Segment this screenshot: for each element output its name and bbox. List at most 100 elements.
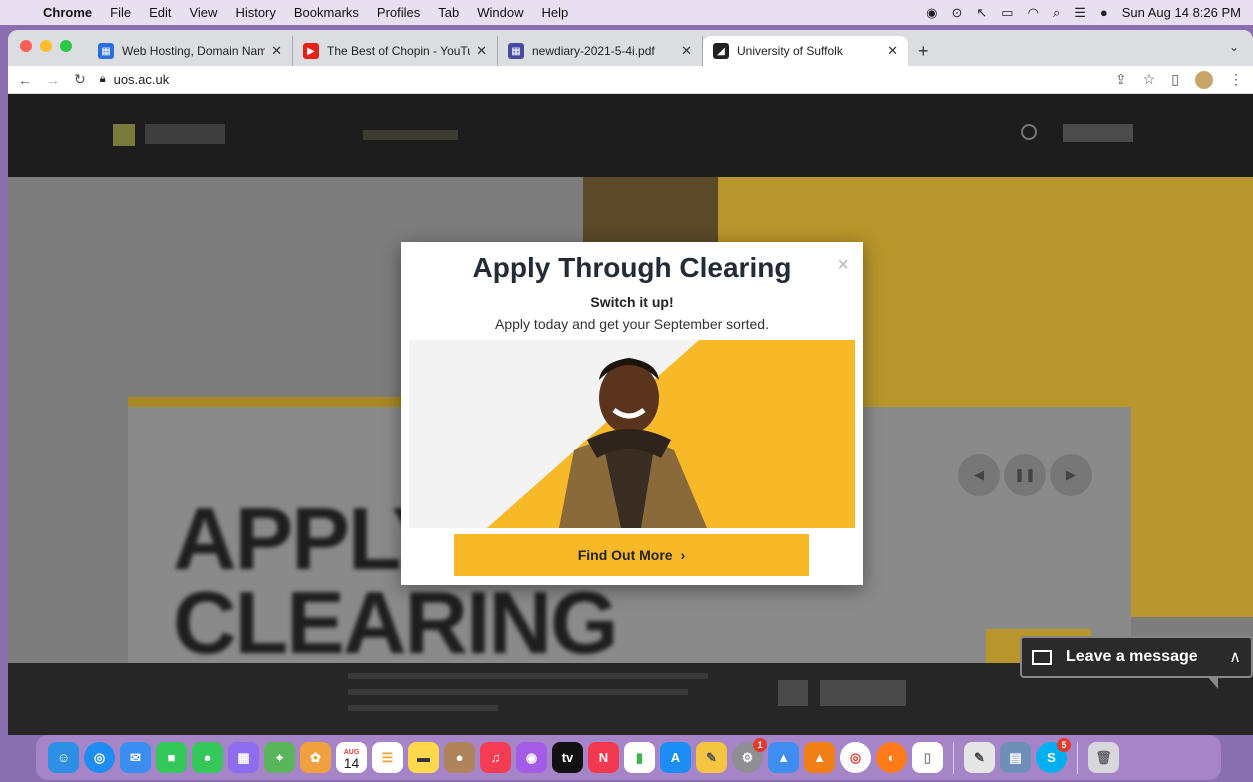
site-menu-button[interactable] (1063, 124, 1133, 142)
calendar-icon[interactable]: AUG 14 (336, 742, 367, 773)
shield-status-icon[interactable]: ◉ (926, 5, 937, 21)
site-header (8, 94, 1253, 177)
app-store-icon[interactable]: A (660, 742, 691, 773)
menu-edit[interactable]: Edit (140, 5, 180, 20)
tab-youtube[interactable]: ▶ The Best of Chopin - YouTube ✕ (293, 36, 498, 66)
lock-icon: 🔒︎ (99, 73, 106, 85)
browser-toolbar: ← → ↻ 🔒︎ uos.ac.uk ⇪ ☆ ▯ ⋮ (8, 66, 1253, 94)
keynote-icon[interactable]: ▲ (768, 742, 799, 773)
close-tab-icon[interactable]: ✕ (681, 43, 692, 59)
skype-icon[interactable]: S 5 (1036, 738, 1071, 773)
menu-history[interactable]: History (226, 5, 284, 20)
leave-message-tail (1208, 677, 1218, 689)
spotlight-search-icon[interactable]: ⌕ (1053, 5, 1060, 21)
dock-separator (1077, 741, 1078, 774)
reminders-icon[interactable]: ☰ (372, 742, 403, 773)
modal-description: Apply today and get your September sorte… (495, 316, 769, 332)
dock-separator (953, 741, 954, 774)
mail-icon[interactable]: ✉ (120, 742, 151, 773)
menu-view[interactable]: View (180, 5, 226, 20)
control-center-icon[interactable]: ☰ (1074, 5, 1086, 21)
menu-profiles[interactable]: Profiles (368, 5, 429, 20)
firefox-icon[interactable]: ◐ (876, 742, 907, 773)
tab-search-chevron-icon[interactable]: ⌄ (1229, 40, 1239, 54)
tab-title: The Best of Chopin - YouTube (327, 44, 470, 58)
side-panel-icon[interactable]: ▯ (1171, 71, 1179, 88)
preview-icon[interactable]: ▤ (1000, 742, 1031, 773)
close-tab-icon[interactable]: ✕ (476, 43, 487, 59)
tab-title: University of Suffolk (737, 44, 843, 58)
clearing-modal: × Apply Through Clearing Switch it up! A… (401, 242, 863, 585)
tab-web-hosting[interactable]: ▦ Web Hosting, Domain Names, | ✕ (88, 36, 293, 66)
textedit-icon[interactable]: ✎ (696, 742, 727, 773)
maps-icon[interactable]: ⌖ (264, 742, 295, 773)
leave-message-widget[interactable]: Leave a message ∧ (1020, 636, 1253, 678)
student-photo (409, 340, 855, 528)
system-preferences-badge: 1 (753, 738, 767, 752)
notepad-icon[interactable]: ✎ (964, 742, 995, 773)
menu-bookmarks[interactable]: Bookmarks (285, 5, 368, 20)
cursor-status-icon[interactable]: ↖ (976, 5, 987, 21)
news-icon[interactable]: N (588, 742, 619, 773)
profile-avatar[interactable] (1195, 70, 1213, 89)
new-tab-button[interactable]: + (918, 41, 929, 62)
tab-university-of-suffolk[interactable]: ◢ University of Suffolk ✕ (703, 36, 908, 66)
carousel-pause-icon[interactable]: ❚❚ (1004, 454, 1046, 496)
system-preferences-icon[interactable]: ⚙ 1 (732, 738, 767, 773)
reload-icon[interactable]: ↻ (74, 71, 86, 88)
cookie-settings-button[interactable] (820, 680, 906, 706)
contacts-icon[interactable]: ● (444, 742, 475, 773)
podcasts-icon[interactable]: ◉ (516, 742, 547, 773)
menu-window[interactable]: Window (468, 5, 532, 20)
trash-icon[interactable]: 🗑︎ (1088, 742, 1119, 773)
close-icon[interactable]: × (837, 254, 849, 277)
find-out-more-button[interactable]: Find Out More › (454, 534, 809, 576)
header-nav-link[interactable] (363, 130, 458, 140)
skype-badge: 5 (1057, 738, 1071, 752)
back-arrow-icon[interactable]: ← (18, 72, 32, 88)
carousel-next-icon[interactable]: ▶ (1050, 454, 1092, 496)
close-tab-icon[interactable]: ✕ (887, 43, 898, 59)
close-tab-icon[interactable]: ✕ (271, 43, 282, 59)
close-window-button[interactable] (20, 40, 32, 52)
cookie-accept-button[interactable] (778, 680, 808, 706)
macos-menu-bar: Chrome File Edit View History Bookmarks … (0, 0, 1253, 25)
forward-arrow-icon[interactable]: → (46, 72, 60, 88)
music-icon[interactable]: ♫ (480, 742, 511, 773)
play-status-icon[interactable]: ⊙ (951, 5, 962, 21)
menu-help[interactable]: Help (533, 5, 578, 20)
safari-icon[interactable]: ◎ (84, 742, 115, 773)
share-icon[interactable]: ⇪ (1115, 71, 1127, 88)
bookmark-star-icon[interactable]: ☆ (1143, 71, 1156, 88)
siri-icon[interactable]: ● (1100, 5, 1108, 20)
menu-app-name[interactable]: Chrome (34, 5, 101, 20)
vlc-icon[interactable]: ▲ (804, 742, 835, 773)
messages-icon[interactable]: ● (192, 742, 223, 773)
chrome-icon[interactable]: ◎ (840, 742, 871, 773)
launchpad-icon[interactable]: ▦ (228, 742, 259, 773)
site-search-icon[interactable] (1021, 124, 1037, 140)
battery-icon[interactable]: ▭ (1001, 5, 1013, 21)
tab-pdf[interactable]: ▦ newdiary-2021-5-4i.pdf ✕ (498, 36, 703, 66)
facetime-icon[interactable]: ■ (156, 742, 187, 773)
status-area: ◉ ⊙ ↖ ▭ ◠ ⌕ ☰ ● Sun Aug 14 8:26 PM (926, 5, 1253, 21)
minimize-window-button[interactable] (40, 40, 52, 52)
document-icon[interactable]: ▯ (912, 742, 943, 773)
apple-tv-icon[interactable]: tv (552, 742, 583, 773)
numbers-icon[interactable]: ▮ (624, 742, 655, 773)
carousel-prev-icon[interactable]: ◀ (958, 454, 1000, 496)
menu-tab[interactable]: Tab (429, 5, 468, 20)
menu-bar-clock[interactable]: Sun Aug 14 8:26 PM (1122, 5, 1241, 20)
menu-file[interactable]: File (101, 5, 140, 20)
finder-icon[interactable]: ☺ (48, 742, 79, 773)
notes-icon[interactable]: ▬ (408, 742, 439, 773)
university-logo[interactable] (113, 124, 135, 146)
leave-message-label: Leave a message (1066, 648, 1198, 665)
chevron-up-icon[interactable]: ∧ (1229, 647, 1241, 667)
address-bar[interactable]: 🔒︎ uos.ac.uk (100, 72, 170, 87)
zoom-window-button[interactable] (60, 40, 72, 52)
wifi-icon[interactable]: ◠ (1028, 5, 1039, 21)
chevron-right-icon: › (680, 547, 686, 563)
browser-menu-icon[interactable]: ⋮ (1229, 71, 1243, 88)
photos-icon[interactable]: ✿ (300, 742, 331, 773)
